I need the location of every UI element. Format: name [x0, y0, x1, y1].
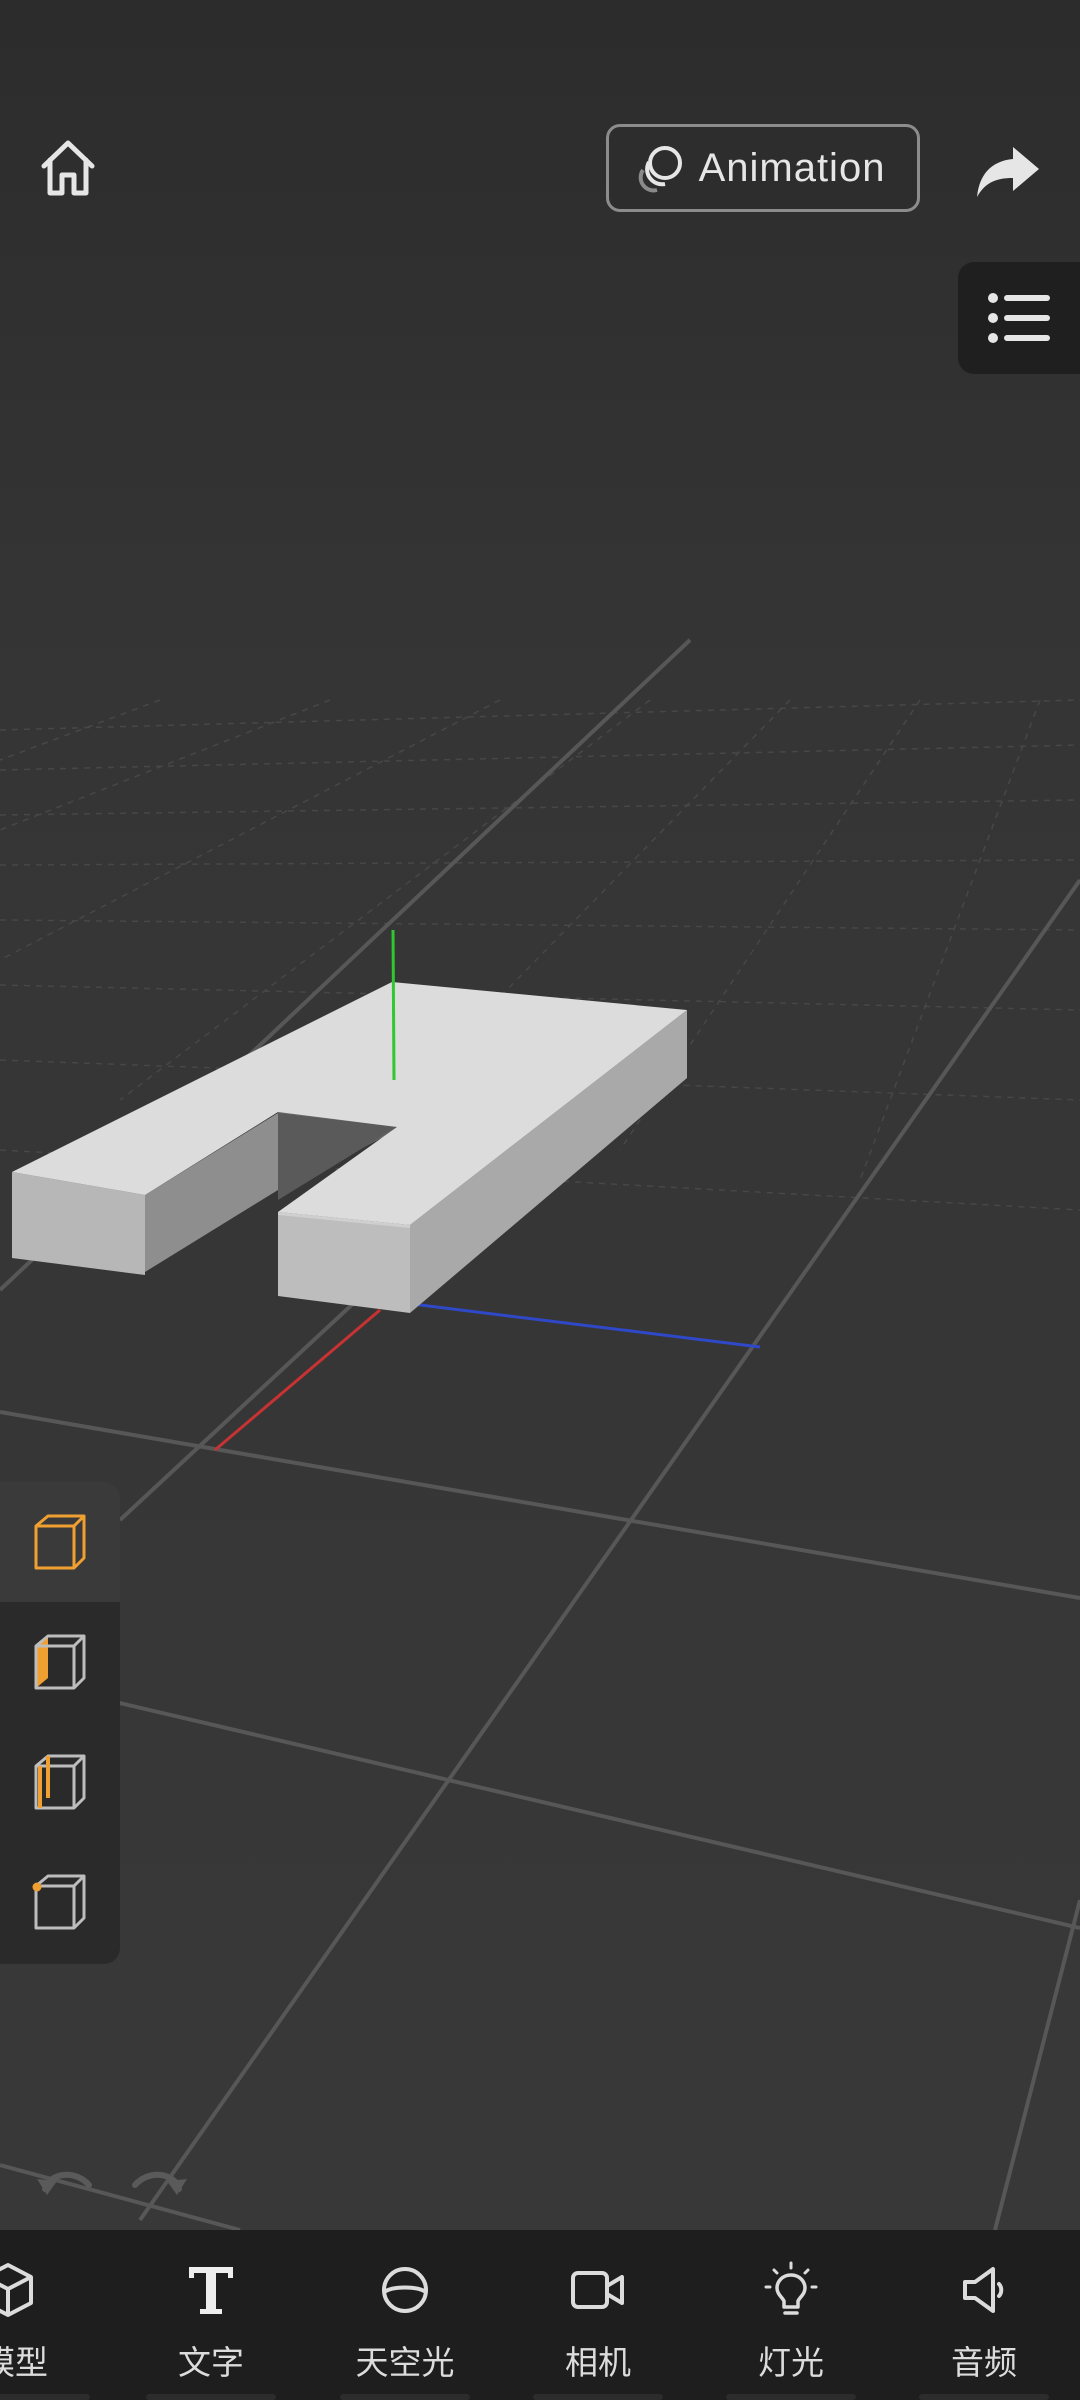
select-edge-button[interactable] — [0, 1722, 120, 1842]
tab-audio-indicator — [919, 2394, 1049, 2400]
tab-text-indicator — [146, 2394, 276, 2400]
redo-icon — [132, 2171, 187, 2195]
speaker-icon — [963, 2267, 1004, 2313]
lightbulb-icon — [764, 2261, 818, 2315]
viewport-canvas[interactable] — [0, 0, 1080, 2230]
tab-skylight-indicator — [340, 2394, 470, 2400]
tab-light[interactable]: 灯光 — [716, 2230, 866, 2400]
share-button[interactable] — [968, 134, 1048, 208]
undo-button[interactable] — [32, 2160, 98, 2210]
tab-light-label: 灯光 — [758, 2343, 824, 2382]
sky-sphere-icon — [382, 2267, 428, 2313]
3d-viewport[interactable] — [0, 0, 1080, 2230]
y-axis-line — [391, 929, 396, 1081]
tab-audio-label: 音频 — [951, 2343, 1017, 2382]
tab-text-label: 文字 — [178, 2343, 244, 2382]
camera-icon — [571, 2271, 624, 2309]
cube-face-icon — [34, 1634, 86, 1690]
tab-model-label: 模型 — [0, 2343, 48, 2382]
animation-rings-icon — [635, 142, 687, 194]
tab-text[interactable]: 文字 — [136, 2230, 286, 2400]
animation-button-label: Animation — [698, 145, 886, 190]
tab-camera-label: 相机 — [565, 2343, 631, 2382]
tab-model-indicator — [0, 2394, 90, 2400]
list-menu-icon — [988, 293, 1050, 343]
tab-model[interactable]: 模型 — [0, 2230, 100, 2400]
cube-icon — [0, 2263, 33, 2317]
cube-object-icon — [34, 1514, 86, 1570]
tab-skylight-label: 天空光 — [355, 2343, 455, 2382]
cube-edge-icon — [34, 1754, 86, 1810]
animation-button[interactable]: Animation — [606, 124, 920, 212]
cube-vertex-icon — [32, 1874, 86, 1930]
bottom-toolbar: 模型 文字 天空光 相机 — [0, 2230, 1080, 2400]
undo-icon — [37, 2171, 92, 2195]
tab-camera-indicator — [533, 2394, 663, 2400]
select-vertex-button[interactable] — [0, 1842, 120, 1962]
text-T-icon — [189, 2267, 233, 2314]
tab-audio[interactable]: 音频 — [909, 2230, 1059, 2400]
selection-mode-panel — [0, 1482, 120, 1964]
tab-skylight[interactable]: 天空光 — [330, 2230, 480, 2400]
select-object-button[interactable] — [0, 1482, 120, 1602]
tab-light-indicator — [726, 2394, 856, 2400]
home-button[interactable] — [28, 128, 108, 208]
share-arrow-icon — [977, 147, 1039, 197]
select-face-button[interactable] — [0, 1602, 120, 1722]
tab-camera[interactable]: 相机 — [523, 2230, 673, 2400]
list-menu-button[interactable] — [958, 262, 1080, 374]
redo-button[interactable] — [126, 2160, 192, 2210]
home-icon — [41, 140, 95, 196]
